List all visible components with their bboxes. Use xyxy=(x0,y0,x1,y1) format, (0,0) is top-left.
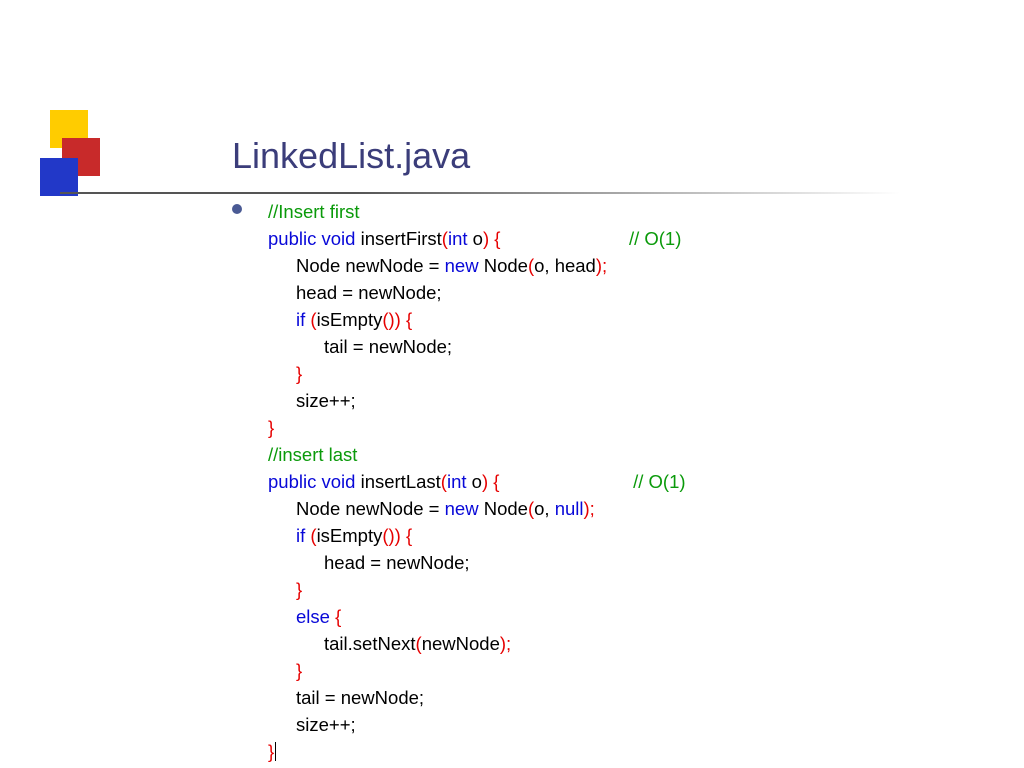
code-comment: // O(1) xyxy=(629,228,681,249)
code-keyword: public xyxy=(268,471,316,492)
code-comment: //Insert first xyxy=(268,201,360,222)
code-punct: ()) { xyxy=(382,309,412,330)
code-text: isEmpty xyxy=(317,309,383,330)
code-text: size++; xyxy=(296,390,356,411)
code-punct: } xyxy=(296,660,302,681)
code-text: Node newNode = xyxy=(296,255,445,276)
code-keyword: public xyxy=(268,228,316,249)
code-block: //Insert first public void insertFirst(i… xyxy=(268,198,686,765)
code-keyword: void xyxy=(321,471,355,492)
code-keyword: null xyxy=(555,498,584,519)
code-punct: ); xyxy=(596,255,607,276)
slide: LinkedList.java //Insert first public vo… xyxy=(0,0,1024,768)
code-keyword: new xyxy=(445,498,479,519)
code-text: Node xyxy=(479,498,528,519)
code-punct: } xyxy=(268,417,274,438)
code-punct: { xyxy=(489,228,500,249)
code-text: tail.setNext xyxy=(324,633,416,654)
code-punct: } xyxy=(296,363,302,384)
code-text: o, head xyxy=(534,255,596,276)
code-keyword: int xyxy=(447,471,467,492)
code-punct: { xyxy=(488,471,499,492)
code-punct: } xyxy=(296,579,302,600)
code-text: o, xyxy=(534,498,555,519)
code-ident: o xyxy=(468,228,483,249)
code-keyword: new xyxy=(445,255,479,276)
code-punct: ); xyxy=(500,633,511,654)
code-keyword: int xyxy=(448,228,468,249)
code-keyword: if xyxy=(296,525,305,546)
code-punct: { xyxy=(330,606,341,627)
code-keyword: void xyxy=(321,228,355,249)
text-cursor-icon xyxy=(275,742,276,761)
code-text: tail = newNode; xyxy=(296,687,424,708)
code-text: size++; xyxy=(296,714,356,735)
code-comment: // O(1) xyxy=(633,471,685,492)
code-comment: //insert last xyxy=(268,444,357,465)
code-text: newNode xyxy=(422,633,500,654)
code-punct: ()) { xyxy=(382,525,412,546)
bullet-icon xyxy=(232,204,242,214)
code-ident: insertFirst xyxy=(355,228,441,249)
code-text: Node xyxy=(479,255,528,276)
code-text: isEmpty xyxy=(317,525,383,546)
code-punct: } xyxy=(268,741,274,762)
code-ident: insertLast xyxy=(355,471,440,492)
title-underline xyxy=(60,192,900,194)
code-text: head = newNode; xyxy=(324,552,470,573)
code-text: tail = newNode; xyxy=(324,336,452,357)
code-punct: ); xyxy=(584,498,595,519)
title-decoration-icon xyxy=(40,110,120,230)
code-keyword: if xyxy=(296,309,305,330)
code-ident: o xyxy=(467,471,482,492)
code-keyword: else xyxy=(296,606,330,627)
slide-title: LinkedList.java xyxy=(232,135,470,177)
code-text: head = newNode; xyxy=(296,282,442,303)
code-text: Node newNode = xyxy=(296,498,445,519)
